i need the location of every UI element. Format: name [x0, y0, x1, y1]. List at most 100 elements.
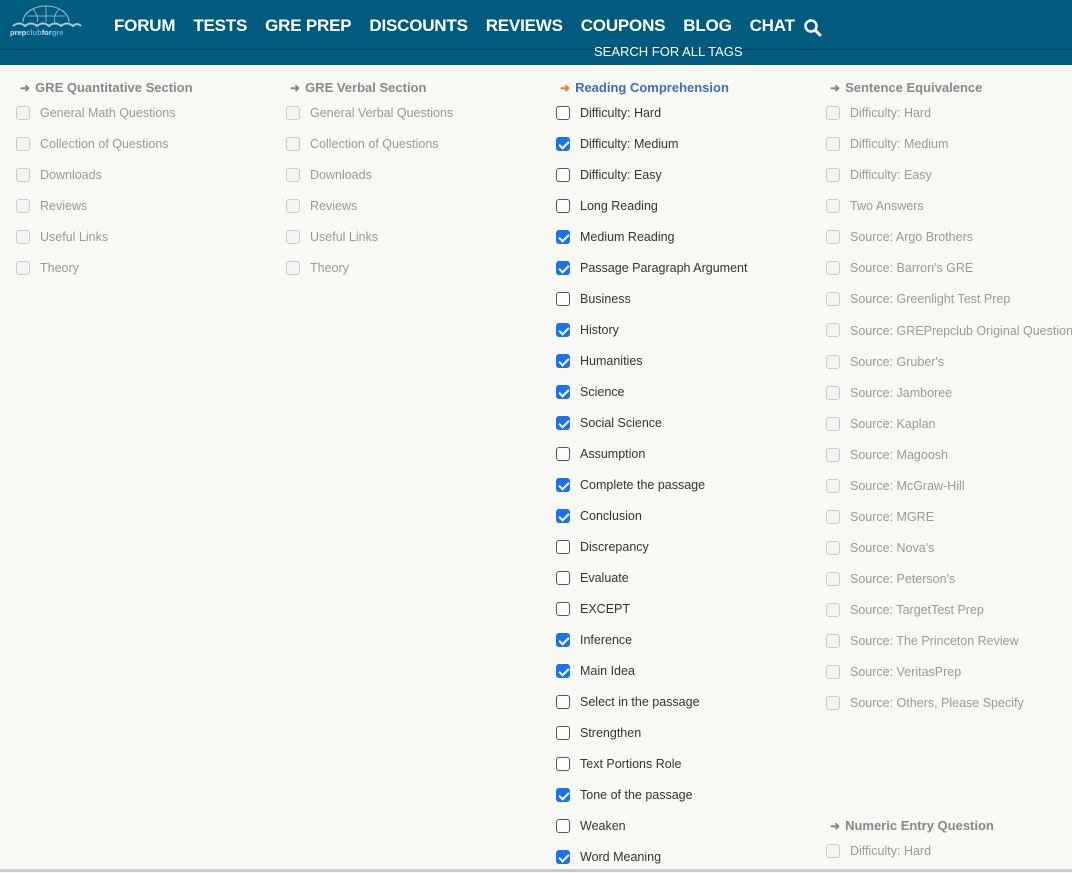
checkbox[interactable]: [556, 509, 570, 523]
tag-option[interactable]: Science: [556, 377, 816, 408]
tag-option[interactable]: Useful Links: [16, 222, 276, 253]
nav-tests[interactable]: TESTS: [193, 16, 247, 36]
checkbox[interactable]: [556, 385, 570, 399]
tag-option[interactable]: Select in the passage: [556, 687, 816, 718]
section-heading[interactable]: ➜ Reading Comprehension: [556, 78, 816, 98]
checkbox[interactable]: [826, 696, 840, 710]
search-icon[interactable]: [803, 18, 823, 38]
checkbox[interactable]: [556, 695, 570, 709]
checkbox[interactable]: [826, 844, 840, 858]
checkbox[interactable]: [556, 571, 570, 585]
checkbox[interactable]: [826, 634, 840, 648]
tag-option[interactable]: Source: The Princeton Review: [826, 626, 1072, 657]
checkbox[interactable]: [556, 819, 570, 833]
tag-option[interactable]: Medium Reading: [556, 222, 816, 253]
section-heading[interactable]: ➜ Numeric Entry Question: [826, 816, 1072, 836]
tag-option[interactable]: Source: Nova's: [826, 533, 1072, 564]
checkbox[interactable]: [286, 230, 300, 244]
checkbox[interactable]: [556, 199, 570, 213]
checkbox[interactable]: [826, 168, 840, 182]
tag-option[interactable]: Source: Others, Please Specify: [826, 688, 1072, 719]
tag-option[interactable]: General Verbal Questions: [286, 98, 546, 129]
checkbox[interactable]: [16, 261, 30, 275]
checkbox[interactable]: [556, 106, 570, 120]
checkbox[interactable]: [556, 757, 570, 771]
checkbox[interactable]: [826, 572, 840, 586]
tag-option[interactable]: Inference: [556, 625, 816, 656]
nav-gre-prep[interactable]: GRE PREP: [265, 16, 351, 36]
tag-option[interactable]: Source: Peterson's: [826, 564, 1072, 595]
nav-forum[interactable]: FORUM: [114, 16, 176, 36]
tag-option[interactable]: Collection of Questions: [16, 129, 276, 160]
checkbox[interactable]: [556, 168, 570, 182]
tag-option[interactable]: Reviews: [286, 191, 546, 222]
checkbox[interactable]: [16, 199, 30, 213]
nav-chat[interactable]: CHAT: [750, 16, 795, 36]
checkbox[interactable]: [826, 386, 840, 400]
checkbox[interactable]: [826, 448, 840, 462]
nav-discounts[interactable]: DISCOUNTS: [369, 16, 468, 36]
tag-option[interactable]: Source: Gruber's: [826, 347, 1072, 378]
checkbox[interactable]: [556, 850, 570, 864]
tag-option[interactable]: Business: [556, 284, 816, 315]
tag-option[interactable]: Conclusion: [556, 501, 816, 532]
tag-option[interactable]: Theory: [286, 253, 546, 284]
tag-option[interactable]: Source: GREPrepclub Original Question: [826, 315, 1072, 347]
checkbox[interactable]: [556, 416, 570, 430]
tag-option[interactable]: Source: Barron's GRE: [826, 253, 1072, 284]
tag-option[interactable]: Collection of Questions: [286, 129, 546, 160]
tag-option[interactable]: Discrepancy: [556, 532, 816, 563]
tag-option[interactable]: Source: TargetTest Prep: [826, 595, 1072, 626]
tag-option[interactable]: Source: Magoosh: [826, 440, 1072, 471]
tag-option[interactable]: Theory: [16, 253, 276, 284]
checkbox[interactable]: [286, 106, 300, 120]
nav-blog[interactable]: BLOG: [683, 16, 732, 36]
checkbox[interactable]: [286, 261, 300, 275]
tag-option[interactable]: Strengthen: [556, 718, 816, 749]
checkbox[interactable]: [826, 323, 840, 337]
checkbox[interactable]: [556, 633, 570, 647]
tag-option[interactable]: Source: McGraw-Hill: [826, 471, 1072, 502]
checkbox[interactable]: [286, 168, 300, 182]
tag-option[interactable]: Difficulty: Medium: [826, 129, 1072, 160]
checkbox[interactable]: [556, 230, 570, 244]
checkbox[interactable]: [826, 417, 840, 431]
section-heading[interactable]: ➜ GRE Quantitative Section: [16, 78, 276, 98]
checkbox[interactable]: [826, 355, 840, 369]
checkbox[interactable]: [826, 230, 840, 244]
tag-option[interactable]: Difficulty: Easy: [826, 160, 1072, 191]
checkbox[interactable]: [556, 323, 570, 337]
nav-coupons[interactable]: COUPONS: [581, 16, 666, 36]
checkbox[interactable]: [826, 541, 840, 555]
checkbox[interactable]: [556, 540, 570, 554]
tag-option[interactable]: Source: VeritasPrep: [826, 657, 1072, 688]
tag-option[interactable]: Difficulty: Hard: [826, 98, 1072, 129]
checkbox[interactable]: [556, 292, 570, 306]
checkbox[interactable]: [556, 137, 570, 151]
checkbox[interactable]: [826, 261, 840, 275]
tag-option[interactable]: Reviews: [16, 191, 276, 222]
tag-option[interactable]: Tone of the passage: [556, 780, 816, 811]
tag-option[interactable]: Source: Greenlight Test Prep: [826, 284, 1072, 315]
tag-option[interactable]: Main Idea: [556, 656, 816, 687]
checkbox[interactable]: [826, 479, 840, 493]
checkbox[interactable]: [556, 354, 570, 368]
checkbox[interactable]: [556, 664, 570, 678]
tag-option[interactable]: Source: Jamboree: [826, 378, 1072, 409]
tag-option[interactable]: Text Portions Role: [556, 749, 816, 780]
tag-option[interactable]: Downloads: [16, 160, 276, 191]
tag-option[interactable]: Social Science: [556, 408, 816, 439]
checkbox[interactable]: [556, 447, 570, 461]
tag-option[interactable]: Complete the passage: [556, 470, 816, 501]
tag-option[interactable]: Difficulty: Hard: [826, 836, 1072, 867]
tag-option[interactable]: Difficulty: Hard: [556, 98, 816, 129]
checkbox[interactable]: [556, 726, 570, 740]
checkbox[interactable]: [826, 106, 840, 120]
checkbox[interactable]: [16, 137, 30, 151]
tag-option[interactable]: Passage Paragraph Argument: [556, 253, 816, 284]
tag-option[interactable]: Source: Kaplan: [826, 409, 1072, 440]
tag-option[interactable]: Source: MGRE: [826, 502, 1072, 533]
checkbox[interactable]: [16, 230, 30, 244]
tag-option[interactable]: Difficulty: Easy: [556, 160, 816, 191]
checkbox[interactable]: [16, 106, 30, 120]
